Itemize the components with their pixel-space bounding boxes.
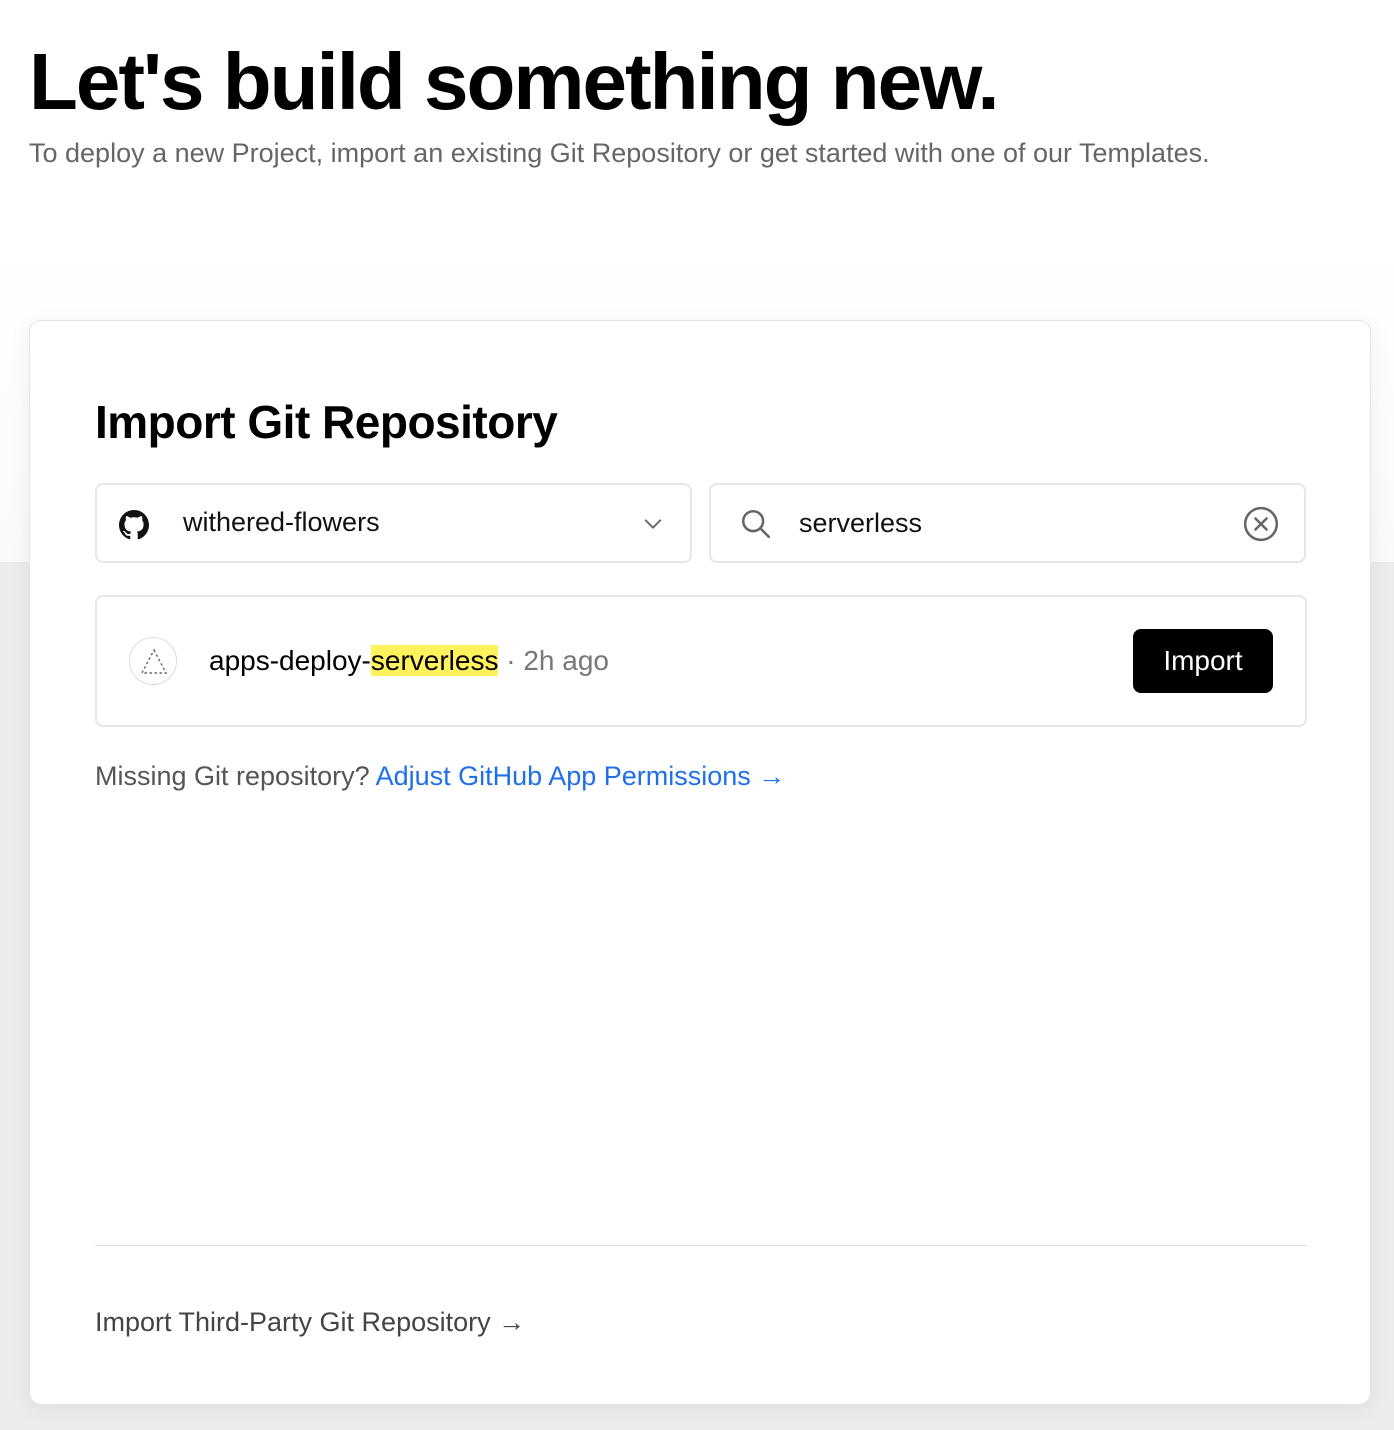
repository-avatar bbox=[129, 637, 177, 685]
github-icon bbox=[119, 510, 149, 540]
repository-search bbox=[709, 483, 1306, 563]
repository-name-match: serverless bbox=[370, 645, 499, 676]
repository-name: apps-deploy-serverless · 2h ago bbox=[209, 643, 609, 679]
repository-row: apps-deploy-serverless · 2h ago Import bbox=[95, 595, 1307, 727]
missing-repository-text: Missing Git repository? Adjust GitHub Ap… bbox=[95, 761, 785, 792]
chevron-down-icon bbox=[644, 519, 662, 529]
triangle-icon bbox=[140, 648, 168, 674]
adjust-permissions-link[interactable]: Adjust GitHub App Permissions → bbox=[376, 761, 786, 791]
search-input[interactable] bbox=[799, 503, 1219, 543]
repository-name-prefix: apps-deploy- bbox=[209, 645, 371, 676]
divider bbox=[95, 1245, 1307, 1246]
import-git-repository-card: Import Git Repository withered-flowers s… bbox=[29, 320, 1371, 1405]
page-title: Let's build something new. bbox=[29, 37, 1000, 126]
clear-icon[interactable] bbox=[1242, 505, 1280, 543]
import-button[interactable]: Import bbox=[1133, 629, 1273, 693]
import-third-party-link[interactable]: Import Third-Party Git Repository → bbox=[95, 1307, 525, 1338]
missing-repository-label: Missing Git repository? bbox=[95, 761, 376, 791]
search-icon bbox=[741, 509, 771, 539]
page: Let's build something new. To deploy a n… bbox=[0, 0, 1394, 1430]
repository-updated: · 2h ago bbox=[498, 645, 609, 676]
page-subtitle: To deploy a new Project, import an exist… bbox=[29, 138, 1210, 168]
card-title: Import Git Repository bbox=[95, 396, 558, 448]
account-selector[interactable]: withered-flowers bbox=[95, 483, 692, 563]
account-selector-label: withered-flowers bbox=[183, 507, 380, 537]
